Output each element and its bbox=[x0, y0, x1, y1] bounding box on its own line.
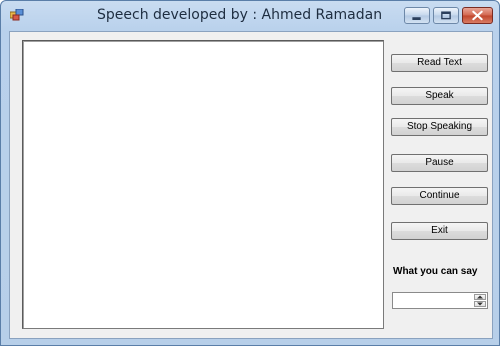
app-icon bbox=[10, 9, 24, 21]
what-you-can-say-field[interactable] bbox=[395, 294, 469, 307]
window-title: Speech developed by : Ahmed Ramadan bbox=[97, 7, 383, 23]
chevron-down-icon bbox=[477, 302, 483, 306]
title-bar[interactable]: Speech developed by : Ahmed Ramadan bbox=[1, 1, 499, 31]
exit-button[interactable]: Exit bbox=[391, 222, 488, 240]
spin-up-button[interactable] bbox=[474, 294, 486, 300]
maximize-button[interactable] bbox=[433, 7, 459, 24]
minimize-button[interactable] bbox=[404, 7, 430, 24]
what-you-can-say-label: What you can say bbox=[393, 266, 478, 277]
pause-button[interactable]: Pause bbox=[391, 154, 488, 172]
what-you-can-say-input[interactable] bbox=[392, 292, 488, 309]
maximize-icon bbox=[441, 11, 451, 20]
client-area: Read Text Speak Stop Speaking Pause Cont… bbox=[9, 31, 493, 339]
app-window: Speech developed by : Ahmed Ramadan Read… bbox=[0, 0, 500, 346]
continue-button[interactable]: Continue bbox=[391, 187, 488, 205]
close-icon bbox=[472, 10, 483, 21]
chevron-up-icon bbox=[477, 295, 483, 299]
close-button[interactable] bbox=[462, 7, 493, 24]
minimize-icon bbox=[412, 17, 421, 20]
spin-down-button[interactable] bbox=[474, 301, 486, 307]
spin-buttons[interactable] bbox=[474, 294, 486, 307]
read-text-button[interactable]: Read Text bbox=[391, 54, 488, 72]
stop-speaking-button[interactable]: Stop Speaking bbox=[391, 118, 488, 136]
speak-button[interactable]: Speak bbox=[391, 87, 488, 105]
speech-text-area[interactable] bbox=[22, 40, 384, 329]
